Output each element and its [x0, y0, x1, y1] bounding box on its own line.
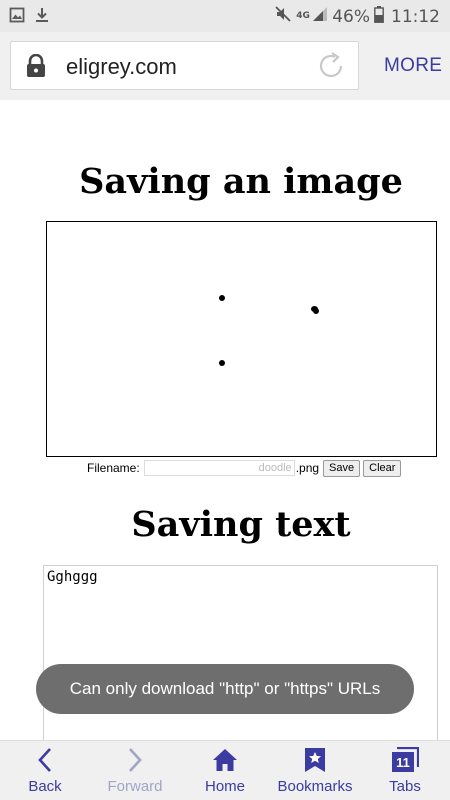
bookmark-icon	[304, 747, 326, 773]
address-bar-area: eligrey.com MORE	[0, 32, 450, 100]
toast-message: Can only download "http" or "https" URLs	[36, 664, 414, 714]
toast-text: Can only download "http" or "https" URLs	[69, 679, 381, 698]
home-button[interactable]: Home	[198, 741, 252, 800]
signal-icon	[312, 6, 328, 27]
lock-icon	[25, 53, 47, 83]
reload-icon[interactable]	[316, 51, 346, 86]
tabs-button[interactable]: 11 Tabs	[380, 741, 430, 800]
forward-arrow-icon	[127, 747, 143, 773]
forward-button[interactable]: Forward	[100, 741, 170, 800]
back-arrow-icon	[37, 747, 53, 773]
url-field[interactable]: eligrey.com	[10, 41, 359, 90]
text-heading: Saving text	[131, 504, 351, 545]
filename-row: Filename: doodle .png Save Clear	[87, 459, 402, 477]
image-heading: Saving an image	[79, 161, 403, 202]
status-bar: 4G 46% 11:12	[0, 0, 450, 32]
tabs-icon: 11	[391, 747, 419, 773]
clear-canvas-button[interactable]: Clear	[363, 459, 402, 477]
more-button[interactable]: MORE	[384, 55, 442, 77]
image-notification-icon	[9, 7, 25, 28]
forward-label: Forward	[107, 778, 163, 795]
text-area-value: Gghggg	[47, 569, 98, 585]
clock-time: 11:12	[391, 6, 440, 27]
url-text: eligrey.com	[66, 54, 177, 79]
canvas-dot	[219, 295, 225, 301]
tabs-count: 11	[396, 755, 410, 770]
bookmarks-button[interactable]: Bookmarks	[274, 741, 356, 800]
text-area[interactable]: Gghggg	[43, 565, 438, 745]
web-page: Saving an image Filename: doodle .png Sa…	[0, 100, 450, 745]
tabs-label: Tabs	[389, 778, 421, 795]
home-label: Home	[204, 778, 245, 795]
status-left-icons	[9, 7, 50, 28]
browser-screen: 4G 46% 11:12 eligrey.com MORE Saving an …	[0, 0, 450, 800]
battery-icon	[374, 5, 384, 28]
back-label: Back	[28, 778, 62, 795]
canvas-dot	[313, 308, 319, 314]
network-type-label: 4G	[296, 11, 310, 21]
filename-label: Filename:	[87, 461, 140, 475]
filename-input[interactable]: doodle	[143, 460, 295, 476]
doodle-canvas[interactable]	[46, 221, 437, 457]
save-image-button[interactable]: Save	[323, 459, 361, 477]
canvas-dot	[219, 360, 225, 366]
status-right: 4G 46% 11:12	[274, 5, 440, 28]
home-icon	[212, 747, 238, 773]
bookmarks-label: Bookmarks	[277, 778, 353, 795]
filename-extension: .png	[295, 461, 320, 475]
battery-percent: 46%	[332, 6, 370, 27]
mute-icon	[274, 5, 292, 28]
bottom-navigation: Back Forward Home Bookmarks 11 Tabs	[0, 740, 450, 800]
download-icon	[34, 7, 50, 28]
back-button[interactable]: Back	[14, 741, 76, 800]
